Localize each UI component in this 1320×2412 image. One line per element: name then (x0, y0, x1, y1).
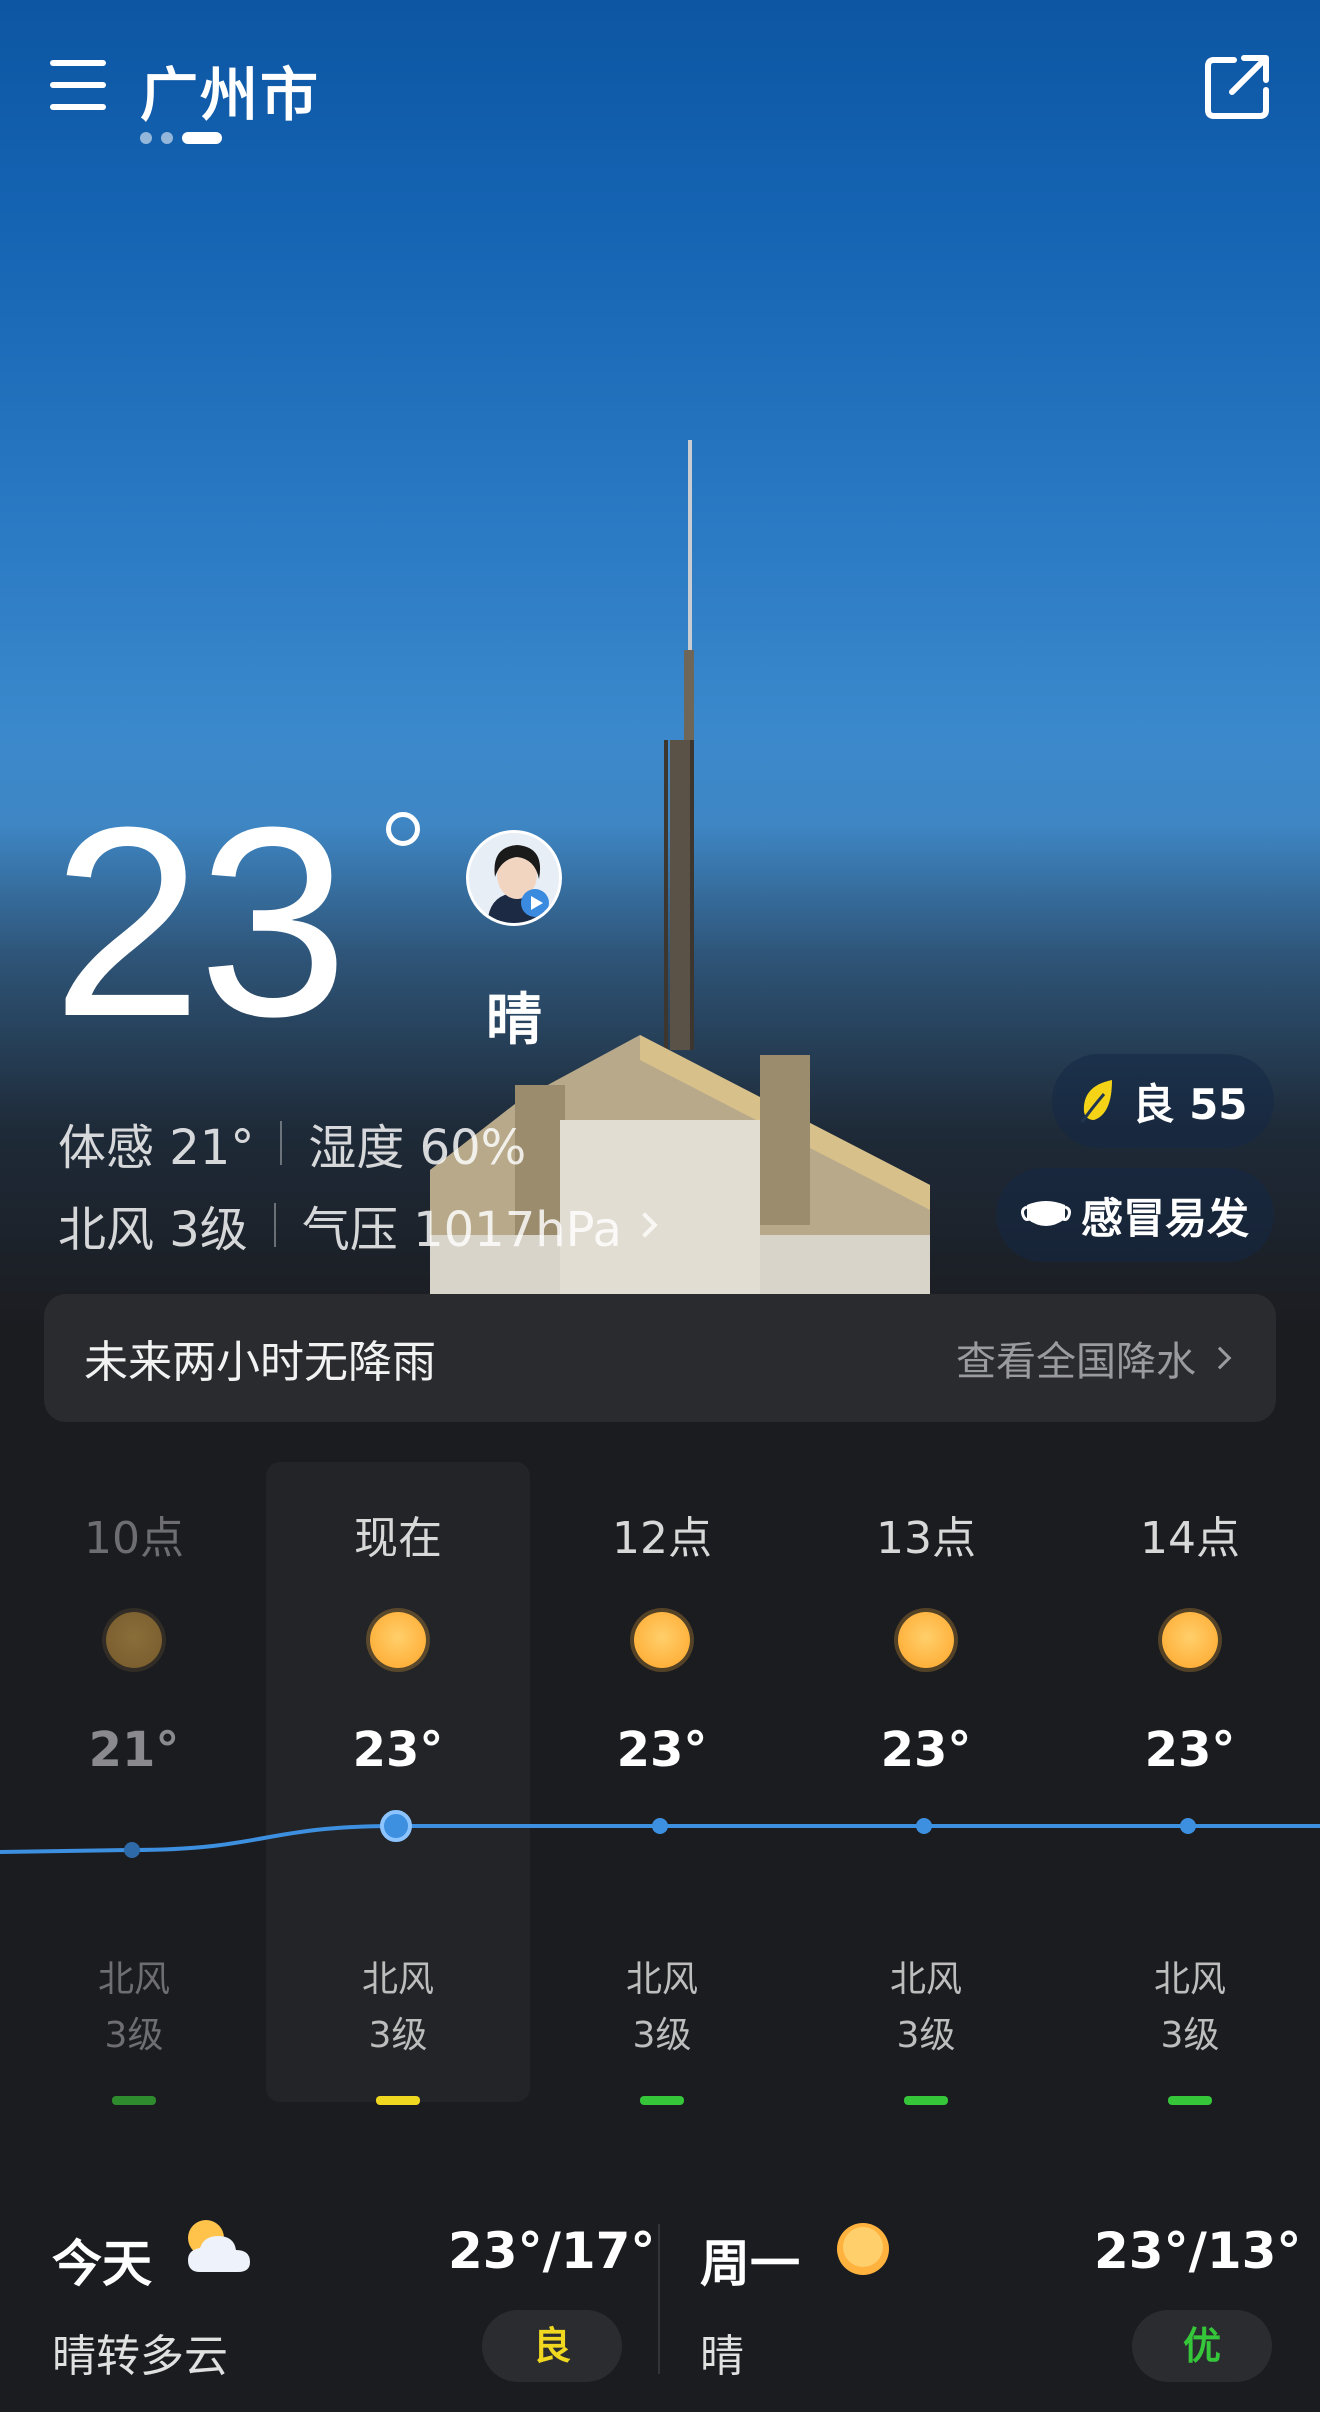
hour-time: 10点 (84, 1513, 184, 1564)
rain-forecast-banner[interactable]: 未来两小时无降雨 查看全国降水 (44, 1294, 1276, 1422)
daily-card-today[interactable]: 今天 23°/17° 晴转多云 良 (0, 2144, 658, 2412)
leaf-icon (1081, 1080, 1113, 1123)
hour-time: 现在 (354, 1513, 442, 1564)
hourly-forecast[interactable]: 10点 21° 北风 3级 现在 23° 北风 3级 12点 23° 北风 3级 13点 23° 北风 3级 1… (0, 1440, 1320, 2110)
current-condition: 晴 (486, 988, 542, 1053)
hour-wind: 北风 3级 (1058, 1952, 1320, 2064)
day-name: 周一 (700, 2235, 800, 2293)
rain-message: 未来两小时无降雨 (84, 1337, 436, 1388)
hour-wind-level: 3级 (632, 2015, 692, 2056)
day-temperature-range: 23°/13° (1094, 2222, 1302, 2280)
hour-wind-level: 3级 (896, 2015, 956, 2056)
day-air-quality-badge: 良 (482, 2310, 622, 2382)
detail-line-2[interactable]: 北风 3级 气压 1017hPa (58, 1190, 658, 1260)
sun-icon (837, 2223, 889, 2275)
page-dot (161, 132, 173, 144)
hour-wind-direction: 北风 (889, 1959, 962, 2000)
page-dot-active (182, 132, 222, 144)
weather-assistant-avatar[interactable] (466, 830, 562, 926)
hour-wind-direction: 北风 (625, 1959, 698, 2000)
health-tip-label: 感冒易发 (1080, 1193, 1249, 1243)
page-dot (140, 132, 152, 144)
hour-column[interactable]: 12点 23° 北风 3级 (530, 1440, 794, 2110)
day-name: 今天 (52, 2235, 152, 2293)
day-condition: 晴转多云 (52, 2331, 228, 2382)
day-air-quality-badge: 优 (1132, 2310, 1272, 2382)
hour-wind-direction: 北风 (361, 1959, 434, 2000)
sun-icon (370, 1612, 426, 1668)
hour-column[interactable]: 现在 23° 北风 3级 (266, 1440, 530, 2110)
air-quality-pill[interactable]: 良 55 (1052, 1054, 1274, 1148)
hour-wind-direction: 北风 (97, 1959, 170, 2000)
hour-wind-direction: 北风 (1153, 1959, 1226, 2000)
chevron-right-icon (632, 1212, 658, 1238)
day-condition: 晴 (700, 2331, 744, 2382)
chevron-right-icon (1208, 1346, 1232, 1370)
partly-cloudy-icon (188, 2220, 250, 2272)
sun-icon (898, 1612, 954, 1668)
sun-icon (106, 1612, 162, 1668)
hour-temperature: 23° (616, 1722, 708, 1778)
feels-like: 体感 21° (58, 1120, 255, 1176)
hour-air-quality-bar (640, 2096, 684, 2105)
hour-time: 13点 (876, 1513, 976, 1564)
hour-wind-level: 3级 (104, 2015, 164, 2056)
wind: 北风 3级 (58, 1202, 248, 1258)
hour-air-quality-bar (1168, 2096, 1212, 2105)
hour-temperature: 23° (880, 1722, 972, 1778)
hour-temperature: 23° (1144, 1722, 1236, 1778)
divider (273, 1203, 276, 1247)
hour-temperature: 23° (352, 1722, 444, 1778)
national-rain-link[interactable]: 查看全国降水 (956, 1329, 1232, 1387)
hour-wind-level: 3级 (368, 2015, 428, 2056)
sun-icon (634, 1612, 690, 1668)
city-title[interactable]: 广州市 (140, 48, 320, 132)
hour-air-quality-bar (112, 2096, 156, 2105)
hour-time: 12点 (612, 1513, 712, 1564)
hour-time: 14点 (1140, 1513, 1240, 1564)
sun-icon (1162, 1612, 1218, 1668)
hour-wind: 北风 3级 (266, 1952, 530, 2064)
air-quality-label: 良 55 (1132, 1079, 1248, 1129)
humidity: 湿度 60% (308, 1120, 527, 1176)
health-tip-pill[interactable]: 感冒易发 (996, 1168, 1274, 1262)
hour-column[interactable]: 14点 23° 北风 3级 (1058, 1440, 1320, 2110)
hour-wind-level: 3级 (1160, 2015, 1220, 2056)
hour-temperature: 21° (88, 1722, 180, 1778)
current-temperature: 23 (52, 772, 348, 1073)
hour-column[interactable]: 13点 23° 北风 3级 (794, 1440, 1058, 2110)
hour-wind: 北风 3级 (794, 1952, 1058, 2064)
hour-air-quality-bar (904, 2096, 948, 2105)
daily-card-monday[interactable]: 周一 23°/13° 晴 优 (660, 2144, 1320, 2412)
day-temperature-range: 23°/17° (448, 2222, 656, 2280)
pressure: 气压 1017hPa (301, 1202, 622, 1258)
hour-wind: 北风 3级 (530, 1952, 794, 2064)
detail-line-1: 体感 21° 湿度 60% (58, 1108, 526, 1178)
hour-wind: 北风 3级 (2, 1952, 266, 2064)
page-indicator (140, 132, 222, 144)
degree-symbol (386, 812, 420, 846)
hour-column[interactable]: 10点 21° 北风 3级 (2, 1440, 266, 2110)
hour-air-quality-bar (376, 2096, 420, 2105)
divider (280, 1121, 283, 1165)
daily-divider (658, 2224, 660, 2374)
daily-forecast: 今天 23°/17° 晴转多云 良 周一 23°/13° 晴 优 (0, 2144, 1320, 2412)
menu-icon[interactable] (50, 60, 108, 110)
national-rain-link-label: 查看全国降水 (956, 1339, 1196, 1385)
mask-icon (1020, 1201, 1071, 1226)
share-icon[interactable] (1204, 54, 1274, 120)
